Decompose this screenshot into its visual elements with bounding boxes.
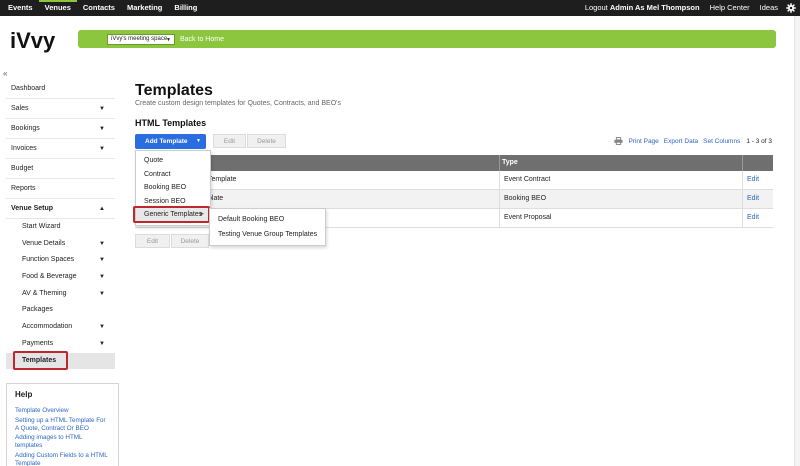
gear-icon[interactable] xyxy=(786,3,796,13)
column-separator xyxy=(742,155,743,171)
nav-billing[interactable]: Billing xyxy=(168,0,203,16)
cell-separator xyxy=(499,190,500,208)
chevron-down-icon: ▼ xyxy=(99,106,105,112)
chevron-down-icon: ▼ xyxy=(99,126,105,132)
ivvy-logo[interactable]: iVvy xyxy=(10,27,68,55)
sidebar-item-sales[interactable]: Sales ▼ xyxy=(6,99,115,119)
row-edit-link[interactable]: Edit xyxy=(747,190,759,208)
menu-item-contract[interactable]: Contract xyxy=(136,168,210,182)
table-header: Type xyxy=(135,155,773,171)
sidebar-item-function-spaces[interactable]: Function Spaces ▼ xyxy=(6,252,115,269)
export-data-link[interactable]: Export Data xyxy=(664,138,698,145)
highlight-templates xyxy=(13,351,68,370)
collapse-sidebar-icon[interactable]: « xyxy=(3,69,7,78)
delete-button-bottom[interactable]: Delete xyxy=(171,234,209,248)
top-bar: Events Venues Contacts Marketing Billing… xyxy=(0,0,800,16)
sidebar-item-invoices[interactable]: Invoices ▼ xyxy=(6,139,115,159)
cell-separator xyxy=(742,190,743,208)
cell-type: Booking BEO xyxy=(504,195,547,202)
table-row[interactable]: plate Booking BEO Edit xyxy=(135,190,773,209)
chevron-down-icon: ▼ xyxy=(99,257,105,264)
edit-button-top[interactable]: Edit xyxy=(213,134,246,148)
sidebar-item-start-wizard[interactable]: Start Wizard xyxy=(6,219,115,236)
sidebar-item-venue-details[interactable]: Venue Details ▼ xyxy=(6,236,115,253)
table-actions: Print Page Export Data Set Columns 1 - 3… xyxy=(614,137,772,145)
menu-item-quote[interactable]: Quote xyxy=(136,154,210,168)
nav-contacts[interactable]: Contacts xyxy=(77,0,121,16)
submenu-item-default-booking-beo[interactable]: Default Booking BEO xyxy=(210,212,325,227)
table-row[interactable]: Template Event Contract Edit xyxy=(135,171,773,190)
chevron-down-icon: ▼ xyxy=(99,340,105,347)
print-page-link[interactable]: Print Page xyxy=(628,138,658,145)
delete-button-top[interactable]: Delete xyxy=(247,134,286,148)
set-columns-link[interactable]: Set Columns xyxy=(703,138,740,145)
nav-marketing[interactable]: Marketing xyxy=(121,0,168,16)
chevron-down-icon: ▼ xyxy=(99,274,105,281)
top-nav: Events Venues Contacts Marketing Billing xyxy=(2,0,203,16)
help-panel: Help Template Overview Setting up a HTML… xyxy=(6,383,119,466)
logo-text: iVvy xyxy=(10,28,56,53)
back-to-home-link[interactable]: Back to Home xyxy=(180,35,224,44)
column-header-type[interactable]: Type xyxy=(502,155,518,171)
sidebar-item-packages[interactable]: Packages xyxy=(6,302,115,319)
chevron-down-icon: ▼ xyxy=(166,37,171,43)
help-title: Help xyxy=(15,390,33,399)
help-link-template-overview[interactable]: Template Overview xyxy=(15,407,110,415)
logout-link[interactable]: Logout Admin As Mel Thompson xyxy=(585,0,700,16)
help-center-link[interactable]: Help Center xyxy=(710,0,750,16)
section-title: HTML Templates xyxy=(135,118,207,128)
venue-select[interactable]: iVvy's meeting space ▼ xyxy=(107,34,175,45)
ideas-link[interactable]: Ideas xyxy=(760,0,778,16)
menu-item-booking-beo[interactable]: Booking BEO xyxy=(136,181,210,195)
sidebar-item-payments[interactable]: Payments ▼ xyxy=(6,336,115,353)
sidebar-item-venue-setup[interactable]: Venue Setup ▲ xyxy=(6,199,115,219)
cell-separator xyxy=(742,209,743,227)
cell-separator xyxy=(499,209,500,227)
help-link-adding-images[interactable]: Adding images to HTML templates xyxy=(15,434,110,450)
page-subtitle: Create custom design templates for Quote… xyxy=(135,100,341,107)
submenu-item-testing-venue-group[interactable]: Testing Venue Group Templates xyxy=(210,227,325,242)
chevron-down-icon: ▼ xyxy=(196,138,201,144)
page-scrollbar[interactable] xyxy=(794,16,800,466)
sidebar-item-bookings[interactable]: Bookings ▼ xyxy=(6,119,115,139)
sidebar-item-budget[interactable]: Budget xyxy=(6,159,115,179)
generic-templates-submenu: Default Booking BEO Testing Venue Group … xyxy=(209,208,326,246)
sidebar-item-dashboard[interactable]: Dashboard xyxy=(6,79,115,99)
sidebar-item-accommodation[interactable]: Accommodation ▼ xyxy=(6,319,115,336)
sidebar-item-food-beverage[interactable]: Food & Beverage ▼ xyxy=(6,269,115,286)
cell-type: Event Proposal xyxy=(504,214,552,221)
nav-venues[interactable]: Venues xyxy=(38,0,78,16)
printer-icon[interactable] xyxy=(614,137,624,145)
cell-separator xyxy=(742,171,743,189)
row-edit-link[interactable]: Edit xyxy=(747,209,759,227)
chevron-down-icon: ▼ xyxy=(99,146,105,152)
nav-events[interactable]: Events xyxy=(2,0,39,16)
chevron-down-icon: ▼ xyxy=(99,240,105,247)
highlight-generic-templates xyxy=(133,206,210,223)
help-link-setting-up-html-template[interactable]: Setting up a HTML Template For A Quote, … xyxy=(15,417,110,433)
top-right: Logout Admin As Mel Thompson Help Center… xyxy=(575,0,796,16)
sidebar-item-reports[interactable]: Reports xyxy=(6,179,115,199)
page-title: Templates xyxy=(135,82,213,99)
add-template-button[interactable]: Add Template ▼ xyxy=(135,134,206,149)
chevron-down-icon: ▼ xyxy=(99,290,105,297)
sidebar: Dashboard Sales ▼ Bookings ▼ Invoices ▼ Bud… xyxy=(6,79,115,370)
edit-button-bottom[interactable]: Edit xyxy=(135,234,170,248)
column-separator xyxy=(499,155,500,171)
chevron-down-icon: ▼ xyxy=(99,324,105,331)
cell-separator xyxy=(499,171,500,189)
row-edit-link[interactable]: Edit xyxy=(747,171,759,189)
sidebar-item-av-theming[interactable]: AV & Theming ▼ xyxy=(6,286,115,303)
help-link-adding-custom-fields[interactable]: Adding Custom Fields to a HTML Template xyxy=(15,452,110,466)
cell-type: Event Contract xyxy=(504,176,551,183)
record-count: 1 - 3 of 3 xyxy=(746,137,772,145)
chevron-up-icon: ▲ xyxy=(99,206,105,212)
cell-name: Template xyxy=(208,176,237,183)
